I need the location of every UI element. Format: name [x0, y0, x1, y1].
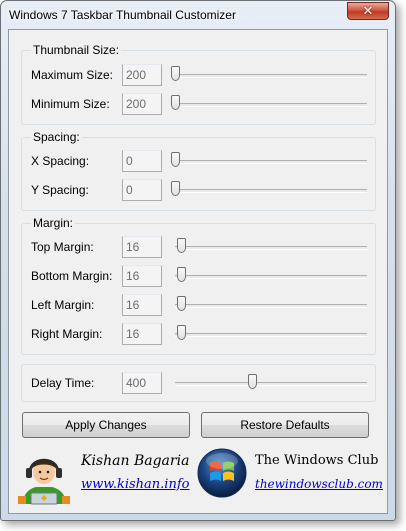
right-margin-row: Right Margin:	[22, 323, 375, 345]
close-icon: ✕	[362, 3, 374, 18]
minimum-size-row: Minimum Size:	[22, 93, 375, 115]
apply-changes-button[interactable]: Apply Changes	[22, 412, 190, 438]
left-margin-row: Left Margin:	[22, 294, 375, 316]
slider-thumb[interactable]	[171, 152, 180, 167]
slider-thumb[interactable]	[247, 374, 257, 389]
restore-defaults-button[interactable]: Restore Defaults	[201, 412, 369, 438]
x-spacing-label: X Spacing:	[31, 154, 90, 168]
author-name: Kishan Bagaria	[81, 453, 190, 469]
slider-thumb[interactable]	[176, 296, 186, 311]
avatar-icon	[18, 458, 70, 505]
slider-thumb[interactable]	[176, 267, 186, 282]
window-title: Windows 7 Taskbar Thumbnail Customizer	[9, 8, 236, 22]
bottom-margin-input[interactable]	[122, 265, 162, 287]
slider-thumb[interactable]	[176, 325, 186, 340]
slider-thumb[interactable]	[171, 181, 180, 196]
maximum-size-slider[interactable]	[171, 64, 367, 86]
thumbnail-size-group: Thumbnail Size: Maximum Size: Minimum Si…	[21, 43, 376, 125]
delay-time-label: Delay Time:	[31, 376, 95, 390]
client-area: Thumbnail Size: Maximum Size: Minimum Si…	[8, 29, 388, 514]
maximum-size-input[interactable]	[122, 64, 162, 86]
slider-track	[175, 275, 367, 279]
top-margin-input[interactable]	[122, 236, 162, 258]
left-margin-slider[interactable]	[175, 294, 367, 316]
slider-track	[175, 74, 367, 78]
delay-group: Delay Time:	[21, 364, 376, 402]
minimum-size-slider[interactable]	[171, 93, 367, 115]
club-name: The Windows Club	[255, 453, 379, 468]
app-window: Windows 7 Taskbar Thumbnail Customizer ✕…	[0, 0, 396, 521]
slider-track	[175, 382, 367, 386]
slider-track	[175, 189, 367, 193]
spacing-legend: Spacing:	[31, 130, 82, 144]
windows-logo-icon[interactable]	[197, 448, 247, 498]
slider-track	[175, 304, 367, 308]
slider-track	[175, 103, 367, 107]
maximum-size-label: Maximum Size:	[31, 68, 114, 82]
slider-track	[175, 160, 367, 164]
slider-track	[175, 333, 367, 337]
left-margin-label: Left Margin:	[31, 298, 95, 312]
right-margin-slider[interactable]	[175, 323, 367, 345]
y-spacing-row: Y Spacing:	[22, 179, 375, 201]
title-bar[interactable]: Windows 7 Taskbar Thumbnail Customizer ✕	[1, 1, 395, 29]
credits-area: Kishan Bagaria www.kishan.info The Windo	[9, 444, 387, 510]
left-margin-input[interactable]	[122, 294, 162, 316]
spacing-group: Spacing: X Spacing: Y Spacing:	[21, 130, 376, 211]
margin-legend: Margin:	[31, 216, 76, 230]
bottom-margin-row: Bottom Margin:	[22, 265, 375, 287]
club-link[interactable]: thewindowsclub.com	[255, 477, 383, 491]
slider-thumb[interactable]	[176, 238, 186, 253]
top-margin-slider[interactable]	[175, 236, 367, 258]
top-margin-row: Top Margin:	[22, 236, 375, 258]
bottom-margin-slider[interactable]	[175, 265, 367, 287]
x-spacing-row: X Spacing:	[22, 150, 375, 172]
right-margin-input[interactable]	[122, 323, 162, 345]
margin-group: Margin: Top Margin: Bottom Margin: Left …	[21, 216, 376, 355]
minimum-size-label: Minimum Size:	[31, 97, 110, 111]
y-spacing-input[interactable]	[122, 179, 162, 201]
bottom-margin-label: Bottom Margin:	[31, 269, 113, 283]
author-link[interactable]: www.kishan.info	[81, 477, 189, 492]
slider-thumb[interactable]	[171, 66, 180, 81]
slider-track	[175, 246, 367, 250]
thumbnail-size-legend: Thumbnail Size:	[31, 43, 122, 57]
delay-time-slider[interactable]	[175, 372, 367, 394]
y-spacing-slider[interactable]	[171, 179, 367, 201]
close-button[interactable]: ✕	[347, 2, 389, 20]
minimum-size-input[interactable]	[122, 93, 162, 115]
x-spacing-input[interactable]	[122, 150, 162, 172]
right-margin-label: Right Margin:	[31, 327, 103, 341]
slider-thumb[interactable]	[171, 95, 180, 110]
top-margin-label: Top Margin:	[31, 240, 94, 254]
x-spacing-slider[interactable]	[171, 150, 367, 172]
maximum-size-row: Maximum Size:	[22, 64, 375, 86]
y-spacing-label: Y Spacing:	[31, 183, 89, 197]
delay-time-input[interactable]	[122, 372, 162, 394]
delay-time-row: Delay Time:	[22, 372, 375, 394]
